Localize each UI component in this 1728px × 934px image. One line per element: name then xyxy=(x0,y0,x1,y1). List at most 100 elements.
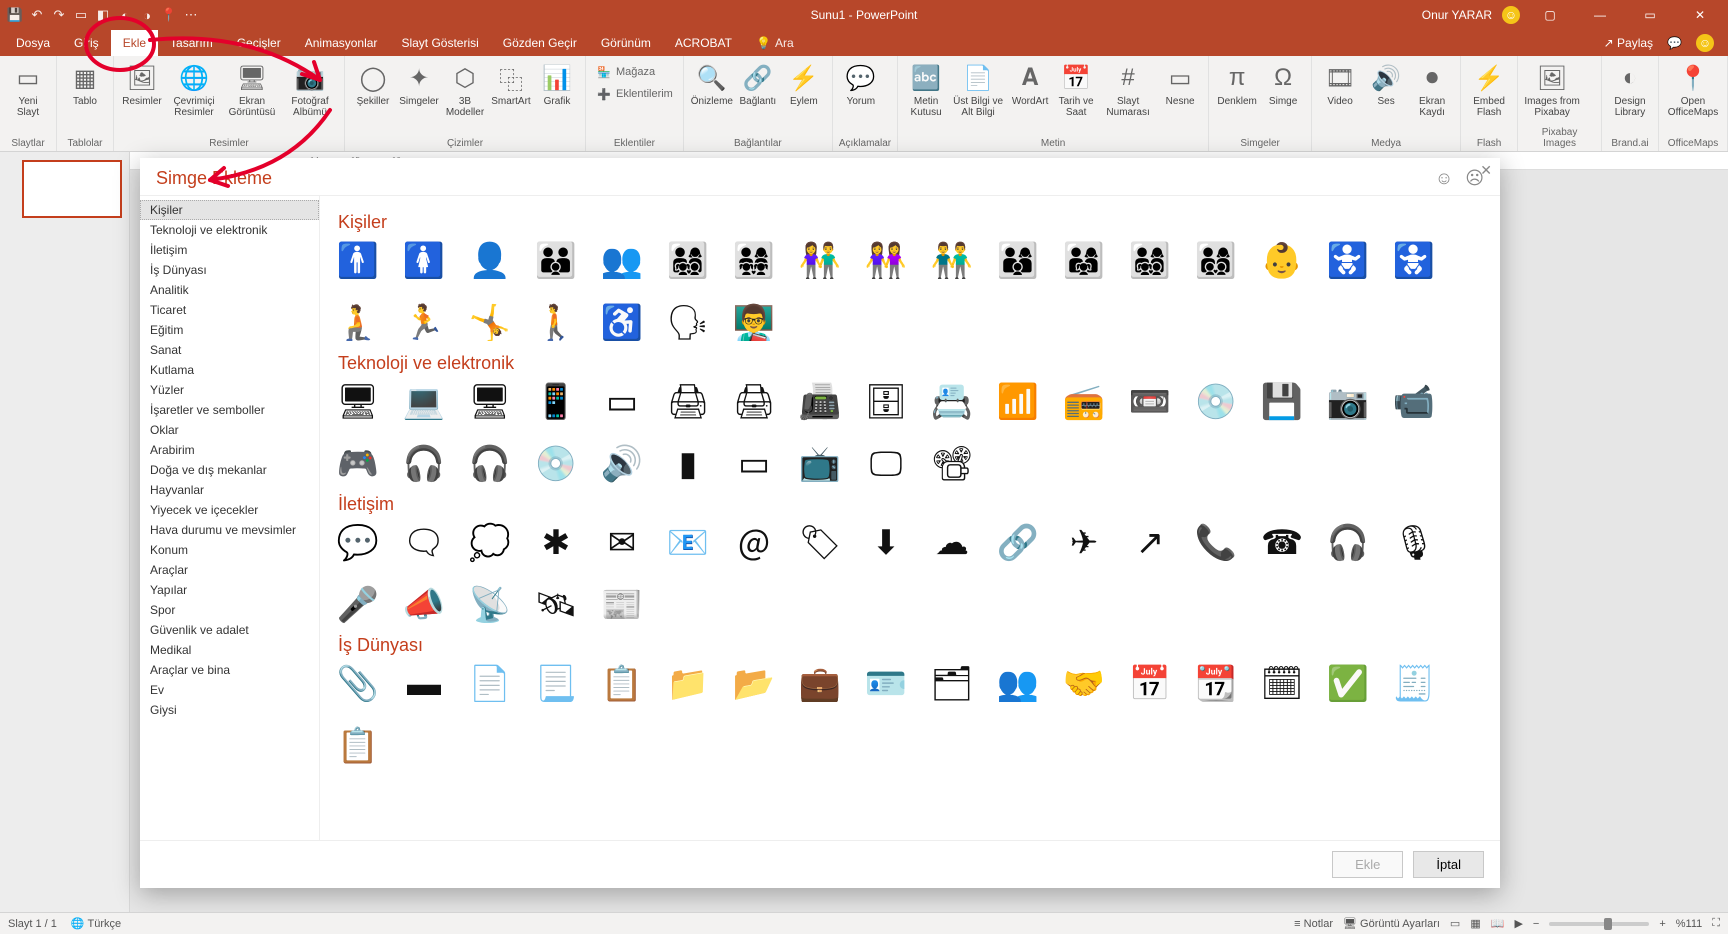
wordart-button[interactable]: 𝐀WordArt xyxy=(1008,60,1052,107)
crawl-icon[interactable]: 🧎 xyxy=(338,303,378,343)
baby-crawl-icon[interactable]: 👶 xyxy=(1262,241,1302,281)
ribbon-options-icon[interactable]: ▢ xyxy=(1530,0,1570,30)
jump-icon[interactable]: 🤸 xyxy=(470,303,510,343)
calendar-icon[interactable]: 📅 xyxy=(1130,664,1170,704)
category-item[interactable]: Araçlar xyxy=(140,560,319,580)
screenshot-button[interactable]: 🖥Ekran Görüntüsü xyxy=(224,60,280,118)
speakers-icon[interactable]: 🔊 xyxy=(602,444,642,484)
megaphone-icon[interactable]: 📣 xyxy=(404,585,444,625)
audio-button[interactable]: 🔊Ses xyxy=(1364,60,1408,107)
store-button[interactable]: 🏪Mağaza xyxy=(592,62,677,82)
stapler-icon[interactable]: ▬ xyxy=(404,664,444,704)
date-time-button[interactable]: 📅Tarih ve Saat xyxy=(1054,60,1098,118)
headphones-icon[interactable]: 🎧 xyxy=(470,444,510,484)
radio-icon[interactable]: 📻 xyxy=(1064,382,1104,422)
download-icon[interactable]: ⬇ xyxy=(866,523,906,563)
paper-plane-icon[interactable]: ✈ xyxy=(1064,523,1104,563)
category-item[interactable]: İş Dünyası xyxy=(140,260,319,280)
cancel-button[interactable]: İptal xyxy=(1413,851,1484,878)
action-button[interactable]: ⚡Eylem xyxy=(782,60,826,107)
display-settings-button[interactable]: 🖥 Görüntü Ayarları xyxy=(1343,917,1440,930)
monitor-icon[interactable]: 🖥 xyxy=(470,382,510,422)
smartart-button[interactable]: ⿻SmartArt xyxy=(489,60,533,107)
insert-button[interactable]: Ekle xyxy=(1332,851,1403,878)
shapes-button[interactable]: ◯Şekiller xyxy=(351,60,395,107)
category-item[interactable]: Analitik xyxy=(140,280,319,300)
dialog-close-icon[interactable]: ✕ xyxy=(1480,162,1492,179)
tell-me-search[interactable]: 💡 Ara xyxy=(744,30,794,56)
category-item[interactable]: Kişiler xyxy=(140,200,319,220)
projector-icon[interactable]: 📽 xyxy=(932,444,972,484)
icon-gallery[interactable]: Kişiler 🚹🚺👤👪👥👨‍👩‍👧‍👦👨‍👩‍👧‍👧👫👭👬👨‍👩‍👦👨‍👩‍👧… xyxy=(320,196,1500,840)
calendar-grid-icon[interactable]: 🗓 xyxy=(1262,664,1302,704)
qat-icon[interactable]: ◧ xyxy=(96,8,110,22)
earbuds-icon[interactable]: 🎧 xyxy=(404,444,444,484)
network-icon[interactable]: ✱ xyxy=(536,523,576,563)
zoom-in-icon[interactable]: + xyxy=(1659,918,1665,930)
category-item[interactable]: Hava durumu ve mevsimler xyxy=(140,520,319,540)
two-men-icon[interactable]: 👬 xyxy=(932,241,972,281)
satellite-2-icon[interactable]: 🛰 xyxy=(536,585,576,625)
screen-record-button[interactable]: ⏺Ekran Kaydı xyxy=(1410,60,1454,118)
router-icon[interactable]: 📶 xyxy=(998,382,1038,422)
user-avatar-icon[interactable]: ☺ xyxy=(1502,6,1520,24)
online-pictures-button[interactable]: 🌐Çevrimiçi Resimler xyxy=(166,60,222,118)
feedback-smile-icon[interactable]: ☺ xyxy=(1435,168,1453,189)
person-bust-icon[interactable]: 👤 xyxy=(470,241,510,281)
webcam-icon[interactable]: 📹 xyxy=(1394,382,1434,422)
category-item[interactable]: Teknoloji ve elektronik xyxy=(140,220,319,240)
tab-acrobat[interactable]: ACROBAT xyxy=(663,30,744,56)
object-button[interactable]: ▭Nesne xyxy=(1158,60,1202,107)
qat-more-icon[interactable]: ⋯ xyxy=(184,8,198,22)
category-item[interactable]: Araçlar ve bina xyxy=(140,660,319,680)
zoom-out-icon[interactable]: − xyxy=(1533,918,1539,930)
reading-view-icon[interactable]: 📖 xyxy=(1491,917,1505,930)
group-five-icon[interactable]: 👨‍👩‍👧‍👦 xyxy=(668,241,708,281)
newspaper-icon[interactable]: 📰 xyxy=(602,585,642,625)
camera-icon[interactable]: 📷 xyxy=(1328,382,1368,422)
category-item[interactable]: Giysi xyxy=(140,700,319,720)
laptop-icon[interactable]: 💻 xyxy=(404,382,444,422)
remote-icon[interactable]: ▮ xyxy=(668,444,708,484)
category-list[interactable]: KişilerTeknoloji ve elektronikİletişimİş… xyxy=(140,196,320,840)
phone-icon[interactable]: 📞 xyxy=(1196,523,1236,563)
redo-icon[interactable]: ↷ xyxy=(52,8,66,22)
minimize-icon[interactable]: — xyxy=(1580,0,1620,30)
fax-icon[interactable]: 📠 xyxy=(800,382,840,422)
category-item[interactable]: Yüzler xyxy=(140,380,319,400)
qat-icon[interactable]: ▭ xyxy=(74,8,88,22)
video-button[interactable]: 🎞Video xyxy=(1318,60,1362,107)
icons-button[interactable]: ✦Simgeler xyxy=(397,60,441,107)
slide-thumbnail[interactable] xyxy=(22,160,122,218)
language-indicator[interactable]: 🌐 Türkçe xyxy=(71,917,121,930)
tab-dosya[interactable]: Dosya xyxy=(4,30,62,56)
undo-icon[interactable]: ↶ xyxy=(30,8,44,22)
equation-button[interactable]: πDenklem xyxy=(1215,60,1259,107)
envelope-open-icon[interactable]: 📧 xyxy=(668,523,708,563)
cloud-down-icon[interactable]: ☁ xyxy=(932,523,972,563)
pictures-button[interactable]: 🖼Resimler xyxy=(120,60,164,107)
close-icon[interactable]: ✕ xyxy=(1680,0,1720,30)
share-button[interactable]: ↗ Paylaş xyxy=(1604,36,1653,50)
smartphone-icon[interactable]: 📱 xyxy=(536,382,576,422)
vinyl-icon[interactable]: 💿 xyxy=(536,444,576,484)
printer-icon[interactable]: 🖨 xyxy=(668,382,708,422)
folder-open-icon[interactable]: 📂 xyxy=(734,664,774,704)
tab-gorunum[interactable]: Görünüm xyxy=(589,30,663,56)
tab-ekle[interactable]: Ekle xyxy=(111,30,158,56)
wheelchair-icon[interactable]: ♿ xyxy=(602,303,642,343)
notes-button[interactable]: ≡ Notlar xyxy=(1294,918,1333,930)
officemaps-button[interactable]: 📍Open OfficeMaps xyxy=(1665,60,1721,118)
clipboard-icon[interactable]: 📋 xyxy=(602,664,642,704)
tab-tasarim[interactable]: Tasarım xyxy=(158,30,225,56)
group-three-icon[interactable]: 👪 xyxy=(536,241,576,281)
link-button[interactable]: 🔗Bağlantı xyxy=(736,60,780,107)
meeting-icon[interactable]: 👥 xyxy=(998,664,1038,704)
category-item[interactable]: Arabirim xyxy=(140,440,319,460)
zoom-slider[interactable] xyxy=(1549,922,1649,926)
category-item[interactable]: Yapılar xyxy=(140,580,319,600)
podium-icon[interactable]: 🗣 xyxy=(668,303,708,343)
new-slide-button[interactable]: ▭Yeni Slayt xyxy=(6,60,50,118)
symbol-button[interactable]: ΩSimge xyxy=(1261,60,1305,107)
checklist-icon[interactable]: ✅ xyxy=(1328,664,1368,704)
